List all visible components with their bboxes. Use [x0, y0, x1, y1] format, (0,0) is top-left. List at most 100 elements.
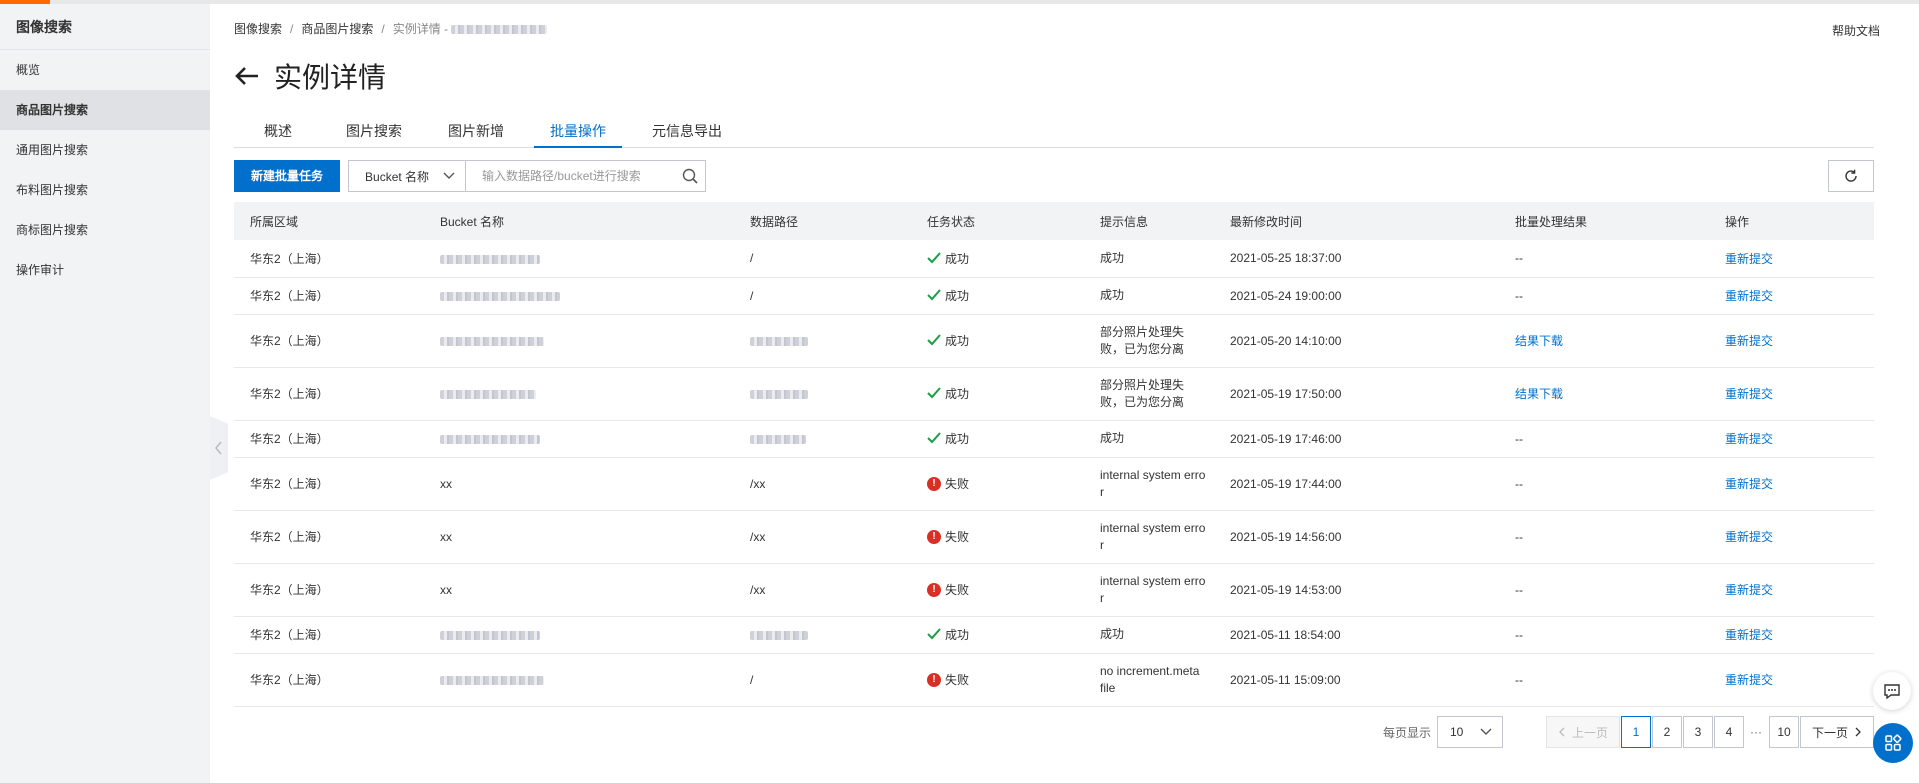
download-result-link[interactable]: 结果下载	[1515, 387, 1563, 401]
page-button-4[interactable]: 4	[1714, 716, 1744, 748]
redacted-path	[750, 434, 806, 444]
cell-result: 结果下载	[1499, 367, 1709, 420]
tab-0[interactable]: 概述	[234, 116, 308, 148]
resubmit-link[interactable]: 重新提交	[1725, 387, 1773, 401]
search-input[interactable]	[466, 161, 676, 191]
page-button-1[interactable]: 1	[1621, 716, 1651, 748]
resubmit-link[interactable]: 重新提交	[1725, 432, 1773, 446]
check-icon	[927, 627, 941, 641]
redacted-path	[750, 336, 808, 346]
cell-path: /	[750, 288, 754, 303]
cell-tip: 成功	[1100, 288, 1125, 302]
resubmit-link[interactable]: 重新提交	[1725, 252, 1773, 266]
redacted-bucket	[440, 630, 540, 640]
cell-bucket: xx	[440, 529, 452, 544]
check-icon	[927, 333, 941, 347]
cell-bucket	[424, 420, 734, 457]
sidebar-item-1[interactable]: 商品图片搜索	[0, 90, 210, 130]
sidebar: 图像搜索 概览 商品图片搜索 通用图片搜索 布料图片搜索 商标图片搜索 操作审计	[0, 4, 210, 783]
bucket-filter-value: Bucket 名称	[365, 169, 430, 184]
resubmit-link[interactable]: 重新提交	[1725, 477, 1773, 491]
cell-bucket	[424, 367, 734, 420]
cell-status: ! 失败	[919, 510, 1084, 563]
breadcrumb-separator: /	[290, 22, 294, 36]
column-header: 所属区域	[250, 214, 299, 229]
cell-tip: 成功	[1100, 250, 1125, 265]
next-page-label: 下一页	[1811, 725, 1848, 740]
column-header: 数据路径	[750, 214, 799, 229]
download-result-link[interactable]: 结果下载	[1515, 334, 1563, 348]
column-header: 操作	[1725, 214, 1750, 229]
status-label: 失败	[945, 530, 970, 544]
check-icon	[927, 251, 941, 265]
tab-2[interactable]: 图片新增	[432, 116, 520, 148]
table-header-row: 所属区域 Bucket 名称 数据路径 任务状态 提示信息 最新修改时间 批量处理结果 操作	[234, 202, 1874, 240]
page-button-last[interactable]: 10	[1769, 716, 1799, 748]
resubmit-link[interactable]: 重新提交	[1725, 289, 1773, 303]
per-page-select[interactable]: 10	[1437, 716, 1503, 748]
apps-icon	[1885, 734, 1902, 751]
check-icon	[927, 431, 941, 445]
refresh-button[interactable]	[1828, 160, 1874, 192]
cell-status: 成功	[919, 367, 1084, 420]
cell-path: /xx	[750, 476, 766, 491]
back-button[interactable]	[234, 61, 264, 91]
cell-action: 重新提交	[1709, 457, 1874, 510]
cell-action: 重新提交	[1709, 314, 1874, 367]
status-label: 失败	[945, 477, 970, 491]
error-icon: !	[927, 672, 941, 687]
page-button-3[interactable]: 3	[1683, 716, 1713, 748]
page-button-2[interactable]: 2	[1652, 716, 1682, 748]
resubmit-link[interactable]: 重新提交	[1725, 673, 1773, 687]
sidebar-item-4[interactable]: 商标图片搜索	[0, 210, 210, 250]
refresh-icon	[1845, 169, 1857, 182]
check-icon	[927, 288, 941, 302]
resubmit-link[interactable]: 重新提交	[1725, 334, 1773, 348]
tab-4[interactable]: 元信息导出	[636, 116, 738, 148]
next-page-button[interactable]: 下一页	[1800, 716, 1874, 748]
cell-result: --	[1515, 476, 1523, 491]
search-icon[interactable]	[675, 168, 705, 184]
cell-path	[734, 367, 919, 420]
resubmit-link[interactable]: 重新提交	[1725, 628, 1773, 642]
sidebar-collapse-handle[interactable]	[210, 416, 228, 480]
cell-region: 华东2（上海）	[250, 432, 329, 446]
sidebar-item-0[interactable]: 概览	[0, 50, 210, 90]
cell-status: 成功	[919, 616, 1084, 653]
breadcrumb-separator: /	[381, 22, 385, 36]
bucket-filter-select[interactable]: Bucket 名称	[348, 160, 467, 192]
sidebar-item-2[interactable]: 通用图片搜索	[0, 130, 210, 170]
column-header: 批量处理结果	[1515, 214, 1588, 229]
redacted-bucket	[440, 254, 540, 264]
prev-page-button[interactable]: 上一页	[1546, 716, 1620, 748]
redacted-path	[750, 630, 808, 640]
cell-tip: 成功	[1100, 627, 1125, 641]
apps-button[interactable]	[1873, 723, 1913, 763]
cell-time: 2021-05-19 14:53:00	[1230, 582, 1342, 597]
tab-1[interactable]: 图片搜索	[330, 116, 418, 148]
cell-status: ! 失败	[919, 653, 1084, 706]
breadcrumb-item-product-search[interactable]: 商品图片搜索	[301, 22, 373, 36]
chat-button[interactable]	[1873, 672, 1911, 710]
resubmit-link[interactable]: 重新提交	[1725, 530, 1773, 544]
help-docs-link[interactable]: 帮助文档	[1832, 22, 1880, 39]
back-arrow-icon	[235, 67, 258, 85]
resubmit-link[interactable]: 重新提交	[1725, 583, 1773, 597]
search-box	[466, 160, 707, 192]
cell-tip: 成功	[1100, 431, 1125, 445]
error-icon: !	[927, 476, 941, 491]
cell-time: 2021-05-19 17:50:00	[1230, 386, 1342, 401]
cell-result: --	[1515, 288, 1523, 303]
redacted-instance-name	[451, 25, 548, 35]
new-batch-task-button[interactable]: 新建批量任务	[234, 160, 341, 192]
sidebar-title: 图像搜索	[0, 4, 210, 50]
toolbar: 新建批量任务 Bucket 名称	[234, 160, 1874, 192]
table-row: 华东2（上海） xx/xx! 失败 internal system error 2021…	[234, 457, 1874, 510]
sidebar-item-3[interactable]: 布料图片搜索	[0, 170, 210, 210]
cell-time: 2021-05-24 19:00:00	[1230, 288, 1342, 303]
cell-status: ! 失败	[919, 457, 1084, 510]
breadcrumb-item-image-search[interactable]: 图像搜索	[234, 22, 282, 36]
cell-region: 华东2（上海）	[250, 334, 329, 348]
sidebar-item-5[interactable]: 操作审计	[0, 250, 210, 290]
tab-3[interactable]: 批量操作	[534, 116, 622, 148]
